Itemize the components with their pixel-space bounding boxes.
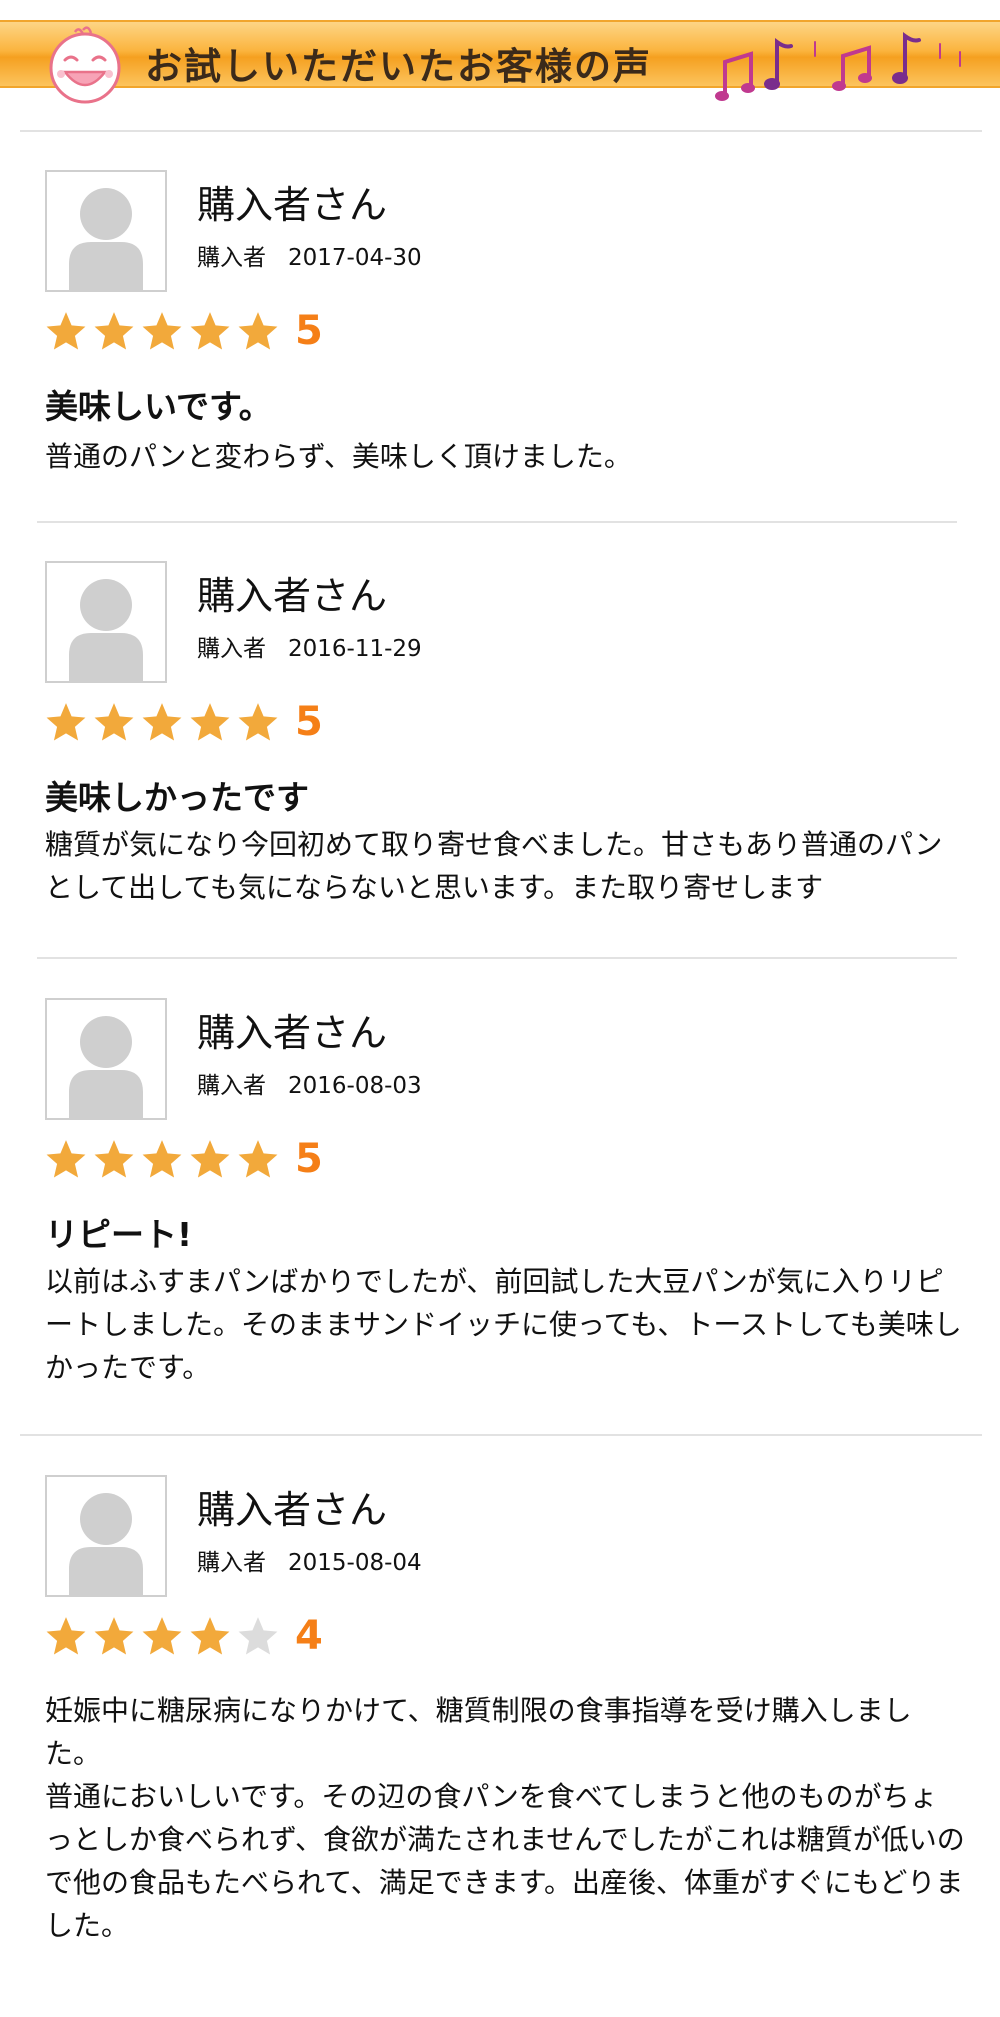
review-body: 妊娠中に糖尿病になりかけて、糖質制限の食事指導を受け購入しました。 普通においし… — [45, 1689, 965, 1947]
star-filled-icon — [142, 312, 182, 350]
star-filled-icon — [142, 1140, 182, 1178]
review-title: リピート! — [45, 1215, 193, 1254]
star-filled-icon — [46, 1140, 86, 1178]
review-body: 以前はふすまパンばかりでしたが、前回試した大豆パンが気に入りリピートしました。そ… — [45, 1260, 965, 1389]
reviewer-role: 購入者 — [197, 245, 266, 271]
rating-score: 4 — [295, 1613, 323, 1659]
star-filled-icon — [238, 312, 278, 350]
user-placeholder-icon — [69, 579, 143, 681]
star-filled-icon — [238, 703, 278, 741]
rating-score: 5 — [295, 1136, 323, 1182]
rating-score: 5 — [295, 308, 323, 354]
user-placeholder-icon — [69, 1016, 143, 1118]
review-text: 糖質が気になり今回初めて取り寄せ食べました。甘さもあり普通のパンとして出しても気… — [45, 828, 943, 904]
reviewer-name: 購入者さん — [197, 1488, 388, 1532]
header-banner: お試しいただいたお客様の声 — [0, 20, 1000, 104]
user-placeholder-icon — [69, 1493, 143, 1595]
star-filled-icon — [190, 312, 230, 350]
review-body: 普通のパンと変わらず、美味しく頂けました。 — [45, 435, 965, 478]
user-placeholder-icon — [69, 188, 143, 290]
reviewer-name: 購入者さん — [197, 574, 388, 618]
review-meta: 購入者 2016-08-03 — [197, 1066, 422, 1100]
star-filled-icon — [142, 1617, 182, 1655]
review-text: 普通においしいです。その辺の食パンを食べてしまうと他のものがちょっとしか食べられ… — [45, 1780, 965, 1942]
star-filled-icon — [46, 312, 86, 350]
star-filled-icon — [46, 1617, 86, 1655]
review-text: 以前はふすまパンばかりでしたが、前回試した大豆パンが気に入りリピートしました。そ… — [45, 1265, 962, 1384]
page-title: お試しいただいたお客様の声 — [145, 45, 652, 88]
reviewer-role: 購入者 — [197, 1550, 266, 1576]
star-empty-icon — [238, 1617, 278, 1655]
avatar — [45, 998, 167, 1120]
avatar — [45, 561, 167, 683]
star-filled-icon — [94, 1617, 134, 1655]
review-meta: 購入者 2017-04-30 — [197, 238, 422, 272]
rating-score: 5 — [295, 699, 323, 745]
review-title: 美味しかったです — [45, 778, 309, 817]
divider — [37, 521, 957, 523]
review-meta: 購入者 2016-11-29 — [197, 629, 422, 663]
star-filled-icon — [238, 1140, 278, 1178]
star-filled-icon — [94, 703, 134, 741]
music-notes-icon — [715, 32, 961, 101]
star-filled-icon — [46, 703, 86, 741]
divider — [20, 130, 982, 132]
review-date: 2015-08-04 — [288, 1550, 422, 1576]
review-text: 妊娠中に糖尿病になりかけて、糖質制限の食事指導を受け購入しました。 — [45, 1694, 912, 1770]
star-filled-icon — [190, 1617, 230, 1655]
smiling-face-icon — [49, 26, 121, 104]
avatar — [45, 1475, 167, 1597]
reviewer-name: 購入者さん — [197, 1011, 388, 1055]
review-text: 普通のパンと変わらず、美味しく頂けました。 — [45, 440, 632, 473]
reviewer-role: 購入者 — [197, 1073, 266, 1099]
divider — [20, 1434, 982, 1436]
reviewer-role: 購入者 — [197, 636, 266, 662]
review-meta: 購入者 2015-08-04 — [197, 1543, 422, 1577]
avatar — [45, 170, 167, 292]
star-filled-icon — [94, 312, 134, 350]
reviewer-name: 購入者さん — [197, 183, 388, 227]
review-date: 2017-04-30 — [288, 245, 422, 271]
star-filled-icon — [190, 1140, 230, 1178]
star-filled-icon — [142, 703, 182, 741]
review-body: 糖質が気になり今回初めて取り寄せ食べました。甘さもあり普通のパンとして出しても気… — [45, 823, 965, 909]
divider — [37, 957, 957, 959]
review-date: 2016-08-03 — [288, 1073, 422, 1099]
review-title: 美味しいです。 — [45, 387, 272, 426]
star-filled-icon — [190, 703, 230, 741]
star-filled-icon — [94, 1140, 134, 1178]
review-date: 2016-11-29 — [288, 636, 422, 662]
